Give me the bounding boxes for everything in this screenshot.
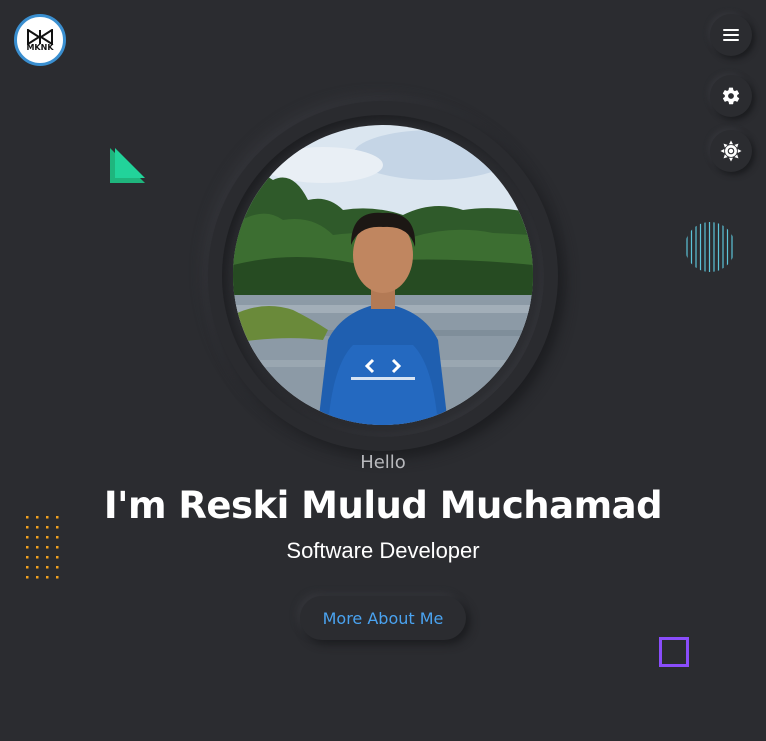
decoration-dot (46, 576, 49, 579)
profile-photo-image (233, 125, 533, 425)
decoration-dot (56, 576, 59, 579)
gear-icon (722, 87, 740, 105)
hamburger-icon (723, 29, 739, 41)
menu-button[interactable] (710, 14, 752, 56)
site-logo[interactable]: MKNK (14, 14, 66, 66)
decoration-dot (36, 566, 39, 569)
decoration-dot (46, 566, 49, 569)
striped-circle-decoration (686, 222, 733, 272)
decoration-dot (26, 576, 29, 579)
job-title-text: Software Developer (286, 538, 480, 563)
hero-name-heading: I'm Reski Mulud Muchamad (103, 484, 663, 527)
sun-icon (720, 140, 742, 162)
square-outline-decoration (659, 637, 689, 667)
decoration-dot (26, 566, 29, 569)
profile-photo-frame (208, 101, 558, 451)
decoration-dot (56, 566, 59, 569)
greeting-text: Hello (360, 452, 406, 473)
profile-photo (233, 125, 533, 425)
more-about-me-button[interactable]: More About Me (300, 596, 466, 640)
portfolio-hero-page: MKNK Hello I'm Reski Mulud Muchamad Soft… (0, 0, 766, 741)
settings-button[interactable] (710, 75, 752, 117)
theme-toggle-button[interactable] (710, 130, 752, 172)
decoration-dot (36, 576, 39, 579)
triangle-decoration (110, 148, 145, 183)
logo-text: MKNK (26, 42, 54, 52)
